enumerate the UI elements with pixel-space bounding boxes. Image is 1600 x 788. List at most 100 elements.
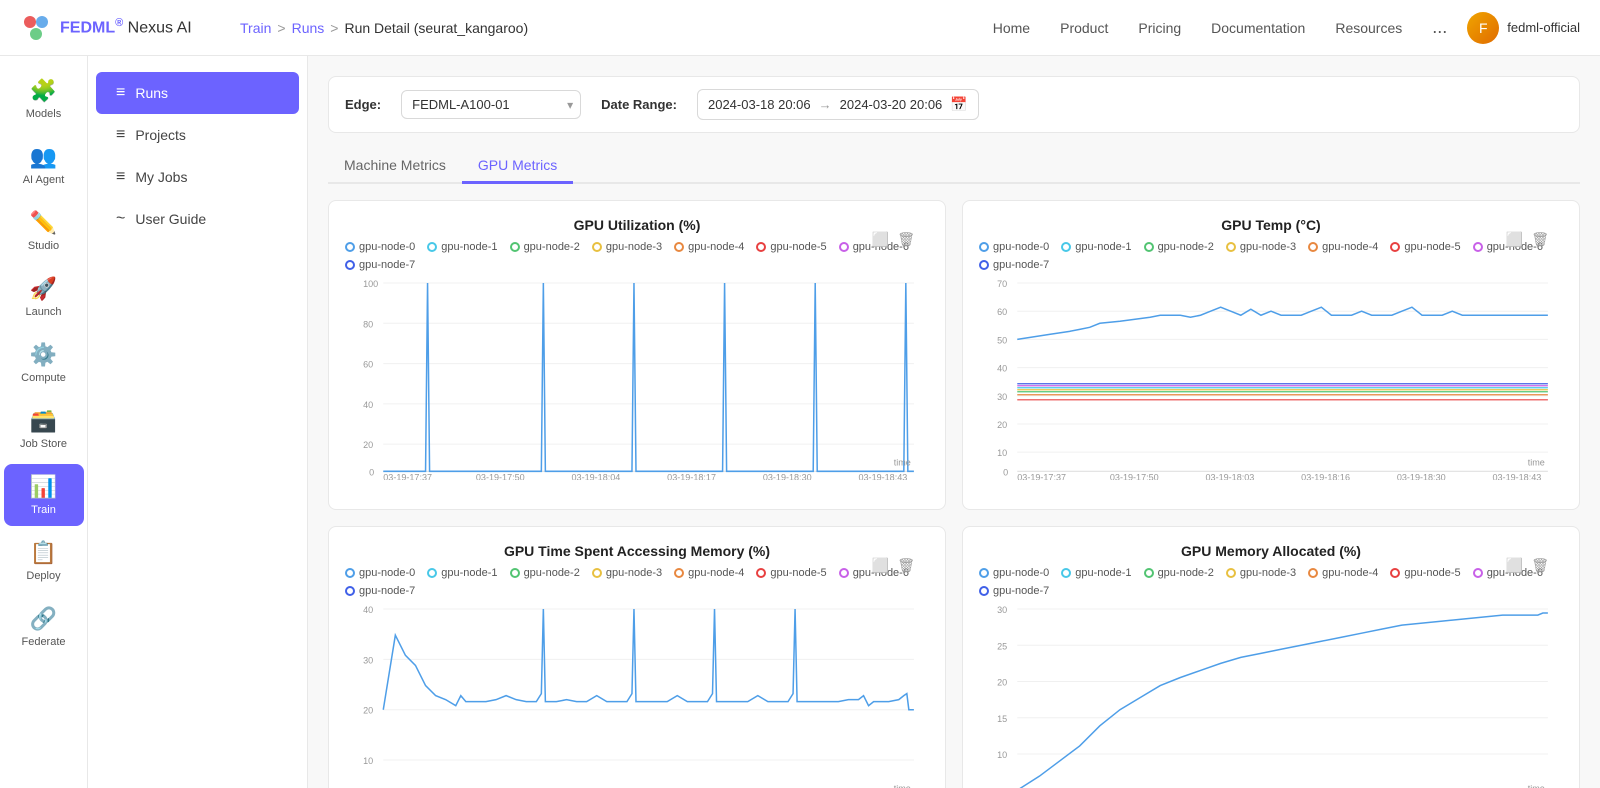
legend-node2: gpu-node-2 <box>510 241 580 253</box>
launch-icon: 🚀 <box>30 276 57 302</box>
legend-mma-node0: gpu-node-0 <box>979 567 1049 579</box>
tab-machine-metrics[interactable]: Machine Metrics <box>328 149 462 184</box>
legend-mma-node7: gpu-node-7 <box>979 585 1049 597</box>
expand-icon-memory-access[interactable]: ⬜ <box>870 555 891 576</box>
date-arrow: → <box>819 97 832 112</box>
breadcrumb: Train > Runs > Run Detail (seurat_kangar… <box>240 20 973 36</box>
svg-text:03-19-17:37: 03-19-17:37 <box>383 472 432 480</box>
download-icon-memory-access[interactable]: 🗑 <box>895 555 917 576</box>
projects-label: Projects <box>135 127 186 143</box>
chart-svg-memory-access: 40 30 20 10 03-19-17:37 03-19-17:50 <box>345 605 929 788</box>
user-name: fedml-official <box>1507 20 1580 35</box>
legend-temp-node3: gpu-node-3 <box>1226 241 1296 253</box>
svg-text:10: 10 <box>363 756 373 766</box>
secondary-item-projects[interactable]: ≡ Projects <box>96 114 299 156</box>
nav-pricing[interactable]: Pricing <box>1138 20 1181 36</box>
legend-memory-access: gpu-node-0 gpu-node-1 gpu-node-2 gpu-nod… <box>345 567 929 597</box>
svg-text:100: 100 <box>363 279 378 289</box>
my-jobs-icon: ≡ <box>116 168 125 186</box>
tab-gpu-metrics[interactable]: GPU Metrics <box>462 149 573 184</box>
sidebar-item-ai-agent[interactable]: 👥 AI Agent <box>4 134 84 196</box>
chart-actions-memory-access: ⬜ 🗑 <box>870 555 917 576</box>
legend-mma-node4: gpu-node-4 <box>1308 567 1378 579</box>
user-area: F fedml-official <box>1467 12 1580 44</box>
nav-documentation[interactable]: Documentation <box>1211 20 1305 36</box>
sidebar-item-job-store[interactable]: 🗃️ Job Store <box>4 398 84 460</box>
legend-temp-node7: gpu-node-7 <box>979 259 1049 271</box>
sidebar-item-deploy[interactable]: 📋 Deploy <box>4 530 84 592</box>
download-icon-utilization[interactable]: 🗑 <box>895 229 917 250</box>
legend-node7: gpu-node-7 <box>345 259 415 271</box>
legend-node1: gpu-node-1 <box>427 241 497 253</box>
breadcrumb-train[interactable]: Train <box>240 20 271 36</box>
breadcrumb-sep1: > <box>277 20 285 36</box>
nav-home[interactable]: Home <box>993 20 1030 36</box>
job-store-icon: 🗃️ <box>30 408 57 434</box>
legend-node5: gpu-node-5 <box>756 241 826 253</box>
sidebar-label-compute: Compute <box>21 372 66 384</box>
expand-icon-utilization[interactable]: ⬜ <box>870 229 891 250</box>
svg-text:03-19-18:30: 03-19-18:30 <box>1397 472 1446 480</box>
date-to: 2024-03-20 20:06 <box>840 97 943 112</box>
chart-gpu-memory-allocated: GPU Memory Allocated (%) ⬜ 🗑 gpu-node-0 … <box>962 526 1580 788</box>
svg-text:03-19-18:43: 03-19-18:43 <box>1493 472 1542 480</box>
chart-svg-utilization: 100 80 60 40 20 0 <box>345 279 929 480</box>
nav-more-button[interactable]: ... <box>1432 17 1447 38</box>
svg-text:03-19-18:43: 03-19-18:43 <box>859 472 908 480</box>
sidebar-item-launch[interactable]: 🚀 Launch <box>4 266 84 328</box>
runs-icon: ≡ <box>116 84 125 102</box>
svg-text:80: 80 <box>363 319 373 329</box>
chart-title-utilization: GPU Utilization (%) <box>574 217 701 233</box>
secondary-item-my-jobs[interactable]: ≡ My Jobs <box>96 156 299 198</box>
sidebar-item-models[interactable]: 🧩 Models <box>4 68 84 130</box>
legend-temp-node1: gpu-node-1 <box>1061 241 1131 253</box>
download-icon-memory-allocated[interactable]: 🗑 <box>1529 555 1551 576</box>
svg-text:20: 20 <box>363 440 373 450</box>
chart-area-temp: 70 60 50 40 30 20 10 0 <box>979 279 1563 494</box>
compute-icon: ⚙️ <box>30 342 57 368</box>
svg-text:30: 30 <box>997 605 1007 615</box>
svg-text:60: 60 <box>997 307 1007 317</box>
expand-icon-temp[interactable]: ⬜ <box>1504 229 1525 250</box>
svg-text:40: 40 <box>363 400 373 410</box>
download-icon-temp[interactable]: 🗑 <box>1529 229 1551 250</box>
nav-product[interactable]: Product <box>1060 20 1108 36</box>
sidebar-item-studio[interactable]: ✏️ Studio <box>4 200 84 262</box>
ai-agent-icon: 👥 <box>30 144 57 170</box>
date-range-picker[interactable]: 2024-03-18 20:06 → 2024-03-20 20:06 📅 <box>697 89 979 120</box>
metrics-tabs: Machine Metrics GPU Metrics <box>328 149 1580 184</box>
train-icon: 📊 <box>30 474 57 500</box>
breadcrumb-runs[interactable]: Runs <box>292 20 325 36</box>
svg-text:03-19-17:50: 03-19-17:50 <box>476 472 525 480</box>
svg-text:03-19-18:04: 03-19-18:04 <box>572 472 621 480</box>
charts-grid: GPU Utilization (%) ⬜ 🗑 gpu-node-0 gpu-n… <box>328 200 1580 788</box>
svg-text:25: 25 <box>997 641 1007 651</box>
runs-label: Runs <box>135 85 168 101</box>
legend-node4: gpu-node-4 <box>674 241 744 253</box>
models-icon: 🧩 <box>30 78 57 104</box>
sidebar-item-train[interactable]: 📊 Train <box>4 464 84 526</box>
chart-actions-utilization: ⬜ 🗑 <box>870 229 917 250</box>
nav-resources[interactable]: Resources <box>1335 20 1402 36</box>
calendar-icon: 📅 <box>950 96 967 113</box>
legend-temp: gpu-node-0 gpu-node-1 gpu-node-2 gpu-nod… <box>979 241 1563 271</box>
sidebar-item-federate[interactable]: 🔗 Federate <box>4 596 84 658</box>
secondary-item-user-guide[interactable]: ~ User Guide <box>96 198 299 240</box>
legend-temp-node5: gpu-node-5 <box>1390 241 1460 253</box>
svg-text:time: time <box>1528 457 1545 467</box>
svg-text:30: 30 <box>997 392 1007 402</box>
chart-title-memory-access: GPU Time Spent Accessing Memory (%) <box>504 543 770 559</box>
edge-select[interactable]: FEDML-A100-01 <box>401 90 581 119</box>
controls-bar: Edge: FEDML-A100-01 Date Range: 2024-03-… <box>328 76 1580 133</box>
breadcrumb-sep2: > <box>330 20 338 36</box>
sidebar-label-job-store: Job Store <box>20 438 67 450</box>
date-from: 2024-03-18 20:06 <box>708 97 811 112</box>
legend-temp-node0: gpu-node-0 <box>979 241 1049 253</box>
logo-text: FEDML® Nexus AI <box>60 17 192 37</box>
expand-icon-memory-allocated[interactable]: ⬜ <box>1504 555 1525 576</box>
secondary-sidebar: ≡ Runs ≡ Projects ≡ My Jobs ~ User Guide <box>88 56 308 788</box>
sidebar-item-compute[interactable]: ⚙️ Compute <box>4 332 84 394</box>
secondary-item-runs[interactable]: ≡ Runs <box>96 72 299 114</box>
svg-text:70: 70 <box>997 279 1007 289</box>
my-jobs-label: My Jobs <box>135 169 187 185</box>
